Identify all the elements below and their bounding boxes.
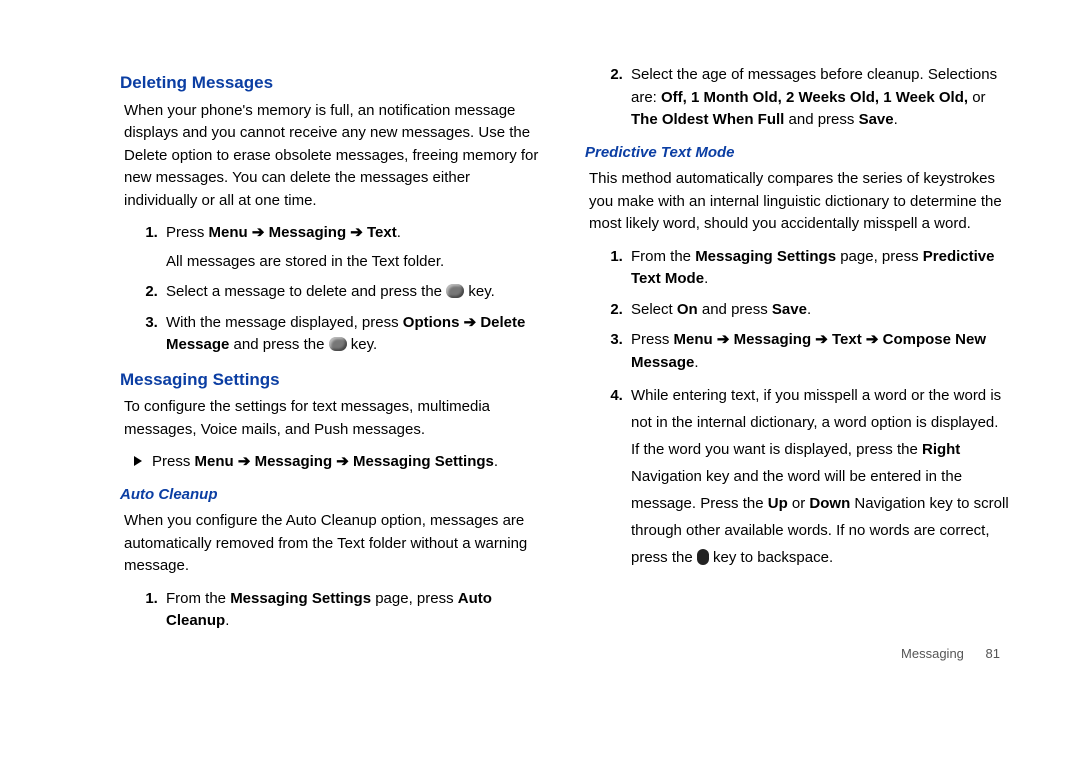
heading-auto-cleanup: Auto Cleanup bbox=[120, 484, 545, 507]
footer-page-num: 81 bbox=[986, 646, 1000, 661]
text: and press the bbox=[229, 336, 328, 353]
text: Press bbox=[631, 331, 674, 348]
para-auto-cleanup: When you configure the Auto Cleanup opti… bbox=[124, 510, 545, 578]
menu-path: Menu ➔ Messaging ➔ Messaging Settings bbox=[195, 453, 494, 470]
left-column: Deleting Messages When your phone's memo… bbox=[120, 60, 545, 643]
bold: Save bbox=[859, 111, 894, 128]
li-autocleanup-1: From the Messaging Settings page, press … bbox=[162, 588, 545, 633]
li-pred-3: Press Menu ➔ Messaging ➔ Text ➔ Compose … bbox=[627, 329, 1010, 374]
list-delete-steps: Press Menu ➔ Messaging ➔ Text. All messa… bbox=[120, 222, 545, 357]
bold: Up bbox=[768, 495, 788, 512]
text: key. bbox=[347, 336, 378, 353]
text: page, press bbox=[371, 590, 458, 607]
text: Select bbox=[631, 301, 677, 318]
li-pred-2: Select On and press Save. bbox=[627, 299, 1010, 322]
right-column: Select the age of messages before cleanu… bbox=[585, 60, 1010, 643]
text: . bbox=[704, 270, 708, 287]
text: or bbox=[788, 495, 810, 512]
bullet-menu-path: Press Menu ➔ Messaging ➔ Messaging Setti… bbox=[134, 451, 545, 474]
bold: Down bbox=[809, 495, 850, 512]
heading-messaging-settings: Messaging Settings bbox=[120, 367, 545, 393]
text: key. bbox=[464, 283, 495, 300]
menu-path: Menu ➔ Messaging ➔ Text ➔ Compose New Me… bbox=[631, 331, 986, 371]
li-step3: With the message displayed, press Option… bbox=[162, 312, 545, 357]
text: . bbox=[494, 453, 498, 470]
text: Select a message to delete and press the bbox=[166, 283, 446, 300]
menu-path: Menu ➔ Messaging ➔ Text bbox=[209, 224, 397, 241]
list-autocleanup-cont: Select the age of messages before cleanu… bbox=[585, 64, 1010, 132]
li-step2: Select a message to delete and press the… bbox=[162, 281, 545, 304]
para-settings-intro: To configure the settings for text messa… bbox=[124, 396, 545, 441]
li-step1: Press Menu ➔ Messaging ➔ Text. All messa… bbox=[162, 222, 545, 273]
bold: Off, 1 Month Old, 2 Weeks Old, 1 Week Ol… bbox=[661, 89, 972, 106]
text: and press bbox=[784, 111, 858, 128]
backspace-key-icon bbox=[697, 549, 709, 565]
bold: Right bbox=[922, 441, 960, 458]
text: page, press bbox=[836, 248, 923, 265]
ok-key-icon bbox=[446, 284, 464, 298]
text: . bbox=[397, 224, 401, 241]
para-predictive-intro: This method automatically compares the s… bbox=[589, 168, 1010, 236]
bold: Save bbox=[772, 301, 807, 318]
list-predictive-steps: From the Messaging Settings page, press … bbox=[585, 246, 1010, 572]
text: From the bbox=[166, 590, 230, 607]
text: From the bbox=[631, 248, 695, 265]
text: . bbox=[894, 111, 898, 128]
text: or bbox=[972, 89, 985, 106]
bold: Messaging Settings bbox=[695, 248, 836, 265]
text: and press bbox=[698, 301, 772, 318]
li-pred-1: From the Messaging Settings page, press … bbox=[627, 246, 1010, 291]
footer-section: Messaging bbox=[901, 646, 964, 661]
li-autocleanup-2: Select the age of messages before cleanu… bbox=[627, 64, 1010, 132]
list-autocleanup-steps: From the Messaging Settings page, press … bbox=[120, 588, 545, 633]
text: key to backspace. bbox=[709, 549, 833, 566]
text: . bbox=[225, 612, 229, 629]
page-body: Deleting Messages When your phone's memo… bbox=[0, 0, 1080, 663]
page-footer: Messaging 81 bbox=[901, 646, 1000, 661]
bold: Messaging Settings bbox=[230, 590, 371, 607]
heading-predictive-text: Predictive Text Mode bbox=[585, 142, 1010, 165]
text: Press bbox=[166, 224, 209, 241]
bold: On bbox=[677, 301, 698, 318]
li-pred-4: While entering text, if you misspell a w… bbox=[627, 382, 1010, 571]
para-delete-intro: When your phone's memory is full, an not… bbox=[124, 100, 545, 213]
bold: The Oldest When Full bbox=[631, 111, 784, 128]
text: . bbox=[807, 301, 811, 318]
substep: All messages are stored in the Text fold… bbox=[166, 251, 545, 274]
ok-key-icon bbox=[329, 337, 347, 351]
text: . bbox=[694, 354, 698, 371]
heading-deleting-messages: Deleting Messages bbox=[120, 70, 545, 96]
text: Press bbox=[152, 453, 195, 470]
text: With the message displayed, press bbox=[166, 314, 403, 331]
